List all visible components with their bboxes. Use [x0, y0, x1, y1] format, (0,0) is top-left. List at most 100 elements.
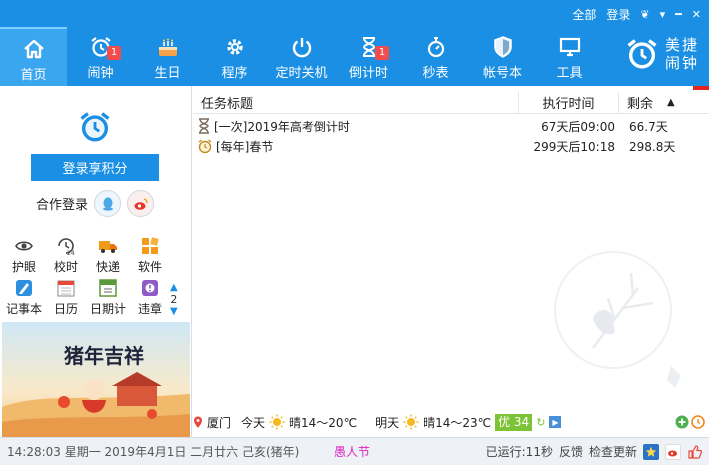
brand-logo: 美捷 闹钟: [625, 36, 701, 72]
tab-countdown[interactable]: 1 倒计时: [335, 27, 402, 86]
refresh-weather-icon[interactable]: ↻: [536, 416, 545, 429]
table-row[interactable]: [一次]2019年高考倒计时 67天后09:00 66.7天: [193, 116, 709, 136]
corner-actions: [675, 415, 705, 429]
tab-birthday[interactable]: 生日: [134, 27, 201, 86]
tab-program[interactable]: 程序: [201, 27, 268, 86]
tool-date-calculator[interactable]: 日期计: [87, 278, 129, 320]
eye-icon: [15, 241, 33, 251]
user-avatar-clock-icon: [80, 112, 110, 142]
column-title[interactable]: 任务标题: [193, 92, 519, 113]
login-link[interactable]: 登录: [606, 6, 630, 23]
favorite-star-icon[interactable]: [643, 443, 659, 460]
tab-account-book[interactable]: 帐号本: [469, 27, 536, 86]
birthday-cake-icon: [158, 38, 177, 56]
weather-tomorrow: 晴14～23℃: [423, 415, 492, 430]
brand-name: 美捷 闹钟: [665, 36, 700, 72]
tool-traffic-violation[interactable]: 违章: [129, 278, 171, 320]
tab-stopwatch[interactable]: 秒表: [402, 27, 469, 86]
tool-notepad[interactable]: 记事本: [3, 278, 45, 320]
column-remaining[interactable]: 剩余 ▲: [619, 92, 679, 113]
tool-eye-protection[interactable]: 护眼: [3, 236, 45, 278]
coop-login-label: 合作登录: [36, 198, 89, 213]
status-bar: 14:28:03 星期一 2019年4月1日 二月廿六 己亥(猪年) 愚人节 已…: [0, 437, 709, 465]
countdown-badge: 1: [375, 46, 389, 60]
alarm-badge: 1: [107, 46, 121, 60]
all-menu-link[interactable]: 全部: [572, 6, 596, 23]
weather-today-label: 今天: [241, 415, 266, 430]
login-points-button[interactable]: 登录享积分: [31, 154, 159, 181]
tab-label: 首页: [20, 68, 47, 83]
minimize-icon[interactable]: ━: [675, 8, 682, 21]
time-sync-icon: 24: [58, 238, 75, 256]
weather-bar: 厦门 今天 晴14～20℃ 明天 晴14～23℃ 优 34 ↻ ▶: [193, 412, 562, 432]
weather-expand-icon[interactable]: ▶: [549, 416, 562, 428]
weather-tomorrow-label: 明天: [375, 415, 400, 430]
tab-label: 定时关机: [275, 66, 328, 81]
weather-city[interactable]: 厦门: [207, 414, 231, 431]
calendar-icon: [57, 280, 75, 297]
date-calculator-icon: [99, 279, 117, 297]
holiday-label[interactable]: 愚人节: [334, 443, 370, 460]
running-time: 已运行:11秒: [485, 445, 553, 459]
tab-label: 帐号本: [482, 66, 522, 81]
tab-label: 秒表: [422, 66, 449, 81]
task-time: 67天后09:00: [541, 119, 615, 134]
home-icon: [23, 39, 44, 59]
check-update-link[interactable]: 检查更新: [589, 443, 637, 460]
tab-label: 闹钟: [87, 66, 114, 81]
tab-label: 倒计时: [348, 66, 388, 81]
task-rows: [一次]2019年高考倒计时 67天后09:00 66.7天 [每年]春节 29…: [193, 116, 709, 156]
tab-shutdown[interactable]: 定时关机: [268, 27, 335, 86]
tab-tools[interactable]: 工具: [536, 27, 603, 86]
alarm-clock-icon: [198, 139, 212, 154]
task-time: 299天后10:18: [533, 139, 616, 154]
shield-icon: [493, 36, 512, 58]
page-down-icon[interactable]: ▼: [170, 306, 178, 317]
thumbs-up-icon[interactable]: [687, 444, 703, 460]
weibo-login-button[interactable]: [127, 190, 155, 217]
sun-icon: [403, 414, 419, 430]
cooperative-login: 合作登录: [36, 190, 155, 217]
tab-alarm[interactable]: 1 闹钟: [67, 27, 134, 86]
tool-software[interactable]: 软件: [129, 236, 171, 278]
weather-today: 晴14～20℃: [289, 415, 358, 430]
tab-label: 程序: [221, 66, 248, 81]
violation-icon: [142, 280, 158, 296]
notepad-icon: [16, 280, 32, 296]
add-task-icon[interactable]: [675, 415, 689, 429]
top-toolbar: 全部 登录 ❦ ▾ ━ ✕ 首页 1 闹钟 生日 程序 定时关机 1 倒计时 秒…: [0, 0, 709, 86]
qq-login-button[interactable]: [94, 190, 122, 217]
tab-label: 生日: [154, 66, 181, 81]
skin-icon[interactable]: ❦: [640, 8, 649, 21]
tool-calendar[interactable]: 日历: [45, 278, 87, 320]
menu-dropdown-icon[interactable]: ▾: [660, 8, 666, 21]
monitor-icon: [559, 37, 580, 57]
task-table-header: 任务标题 执行时间 剩余 ▲: [193, 92, 709, 114]
tab-label: 工具: [556, 66, 583, 81]
current-datetime: 14:28:03 星期一 2019年4月1日 二月廿六 己亥(猪年): [7, 445, 300, 459]
air-quality-badge: 优 34: [495, 413, 533, 431]
page-up-icon[interactable]: ▲: [170, 282, 178, 293]
tool-grid: 护眼 24 校时 快递 软件 记事本 日历 日期计 违章: [3, 236, 189, 320]
weibo-share-icon[interactable]: [665, 443, 681, 460]
table-row[interactable]: [每年]春节 299天后10:18 298.8天: [193, 136, 709, 156]
tab-home[interactable]: 首页: [0, 27, 67, 86]
feedback-link[interactable]: 反馈: [559, 443, 583, 460]
clock-settings-icon[interactable]: [691, 415, 705, 429]
location-pin-icon: [194, 416, 202, 428]
weibo-icon: [134, 197, 148, 210]
qq-icon: [102, 197, 113, 211]
tool-express[interactable]: 快递: [87, 236, 129, 278]
window-controls: 全部 登录 ❦ ▾ ━ ✕: [572, 5, 701, 23]
sun-icon: [269, 414, 285, 430]
banner-title: 猪年吉祥: [64, 344, 144, 368]
task-list-panel: 任务标题 执行时间 剩余 ▲ [一次]2019年高考倒计时 67天后09:00 …: [193, 86, 709, 437]
gear-icon: [226, 39, 243, 55]
new-year-banner[interactable]: 猪年吉祥: [2, 322, 190, 437]
tool-time-sync[interactable]: 24 校时: [45, 236, 87, 278]
page-number: 2: [170, 293, 178, 306]
left-panel: 登录享积分 合作登录 护眼 24 校时 快递 软件 记事本 日历 日期计 违章 …: [0, 86, 192, 437]
column-execute-time[interactable]: 执行时间: [519, 92, 619, 113]
bird-branch-watermark: [554, 251, 681, 388]
close-icon[interactable]: ✕: [692, 8, 701, 21]
